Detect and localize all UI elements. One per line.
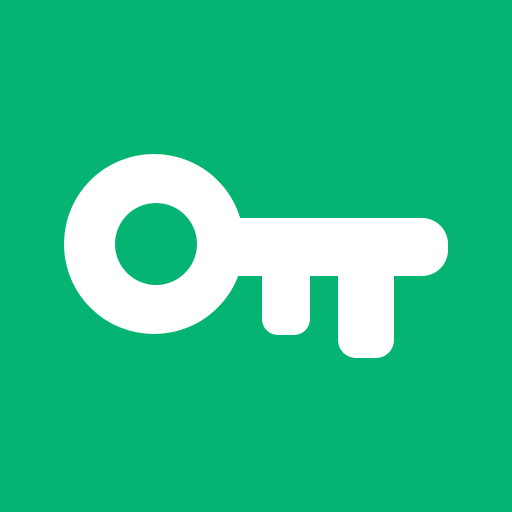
key-icon <box>64 154 448 358</box>
key-bow-hole <box>115 203 197 285</box>
app-icon <box>0 0 512 512</box>
key-tooth-short <box>262 255 310 335</box>
key-tooth-long <box>338 255 394 358</box>
key-shape <box>64 154 448 358</box>
key-shaft <box>210 218 448 276</box>
